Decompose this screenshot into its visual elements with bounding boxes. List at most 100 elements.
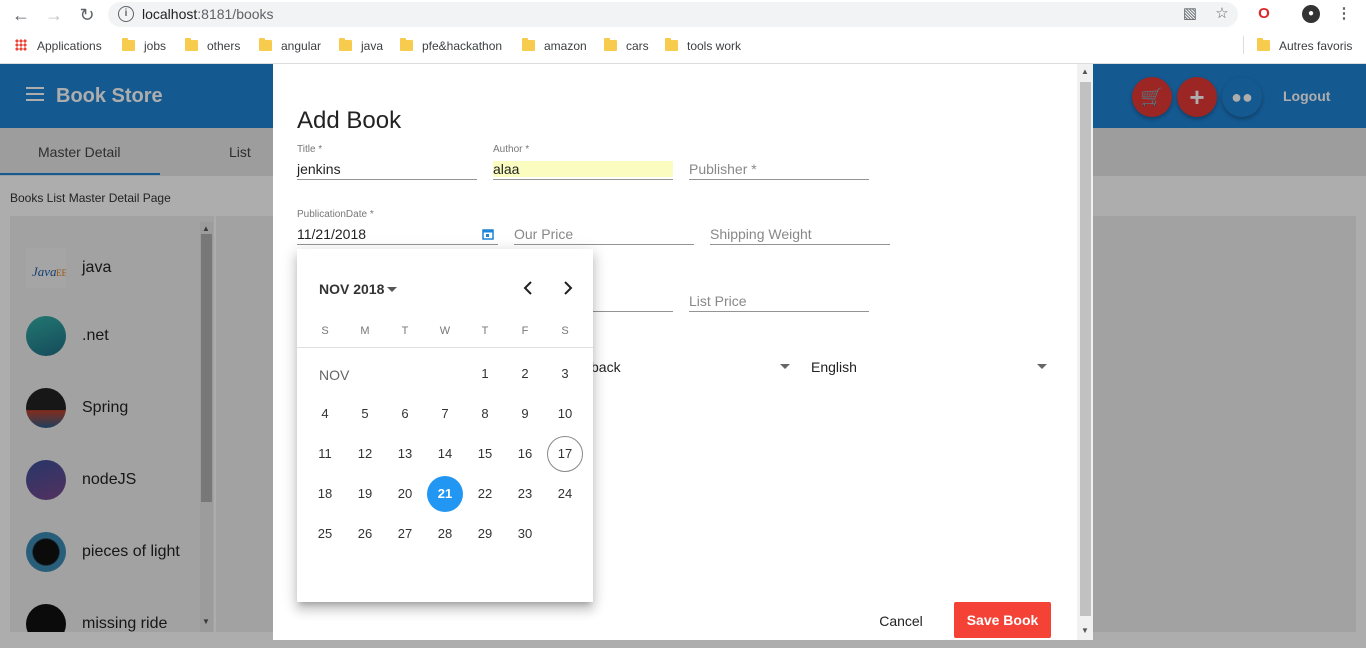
dialog-scrollbar[interactable]: ▲ ▼: [1077, 64, 1093, 640]
calendar-day[interactable]: 3: [547, 356, 583, 392]
language-select[interactable]: English: [811, 358, 1051, 378]
month-label: NOV: [319, 367, 350, 383]
bookmark-tools-work[interactable]: tools work: [665, 38, 741, 54]
scrollbar-thumb[interactable]: [1080, 82, 1091, 616]
list-price-field[interactable]: List Price: [689, 276, 869, 312]
browser-chrome: ← → ↻ i localhost:8181/books ▧ ☆ O ● ⋮ A…: [0, 0, 1366, 64]
calendar-day[interactable]: 22: [467, 476, 503, 512]
bookmark-amazon[interactable]: amazon: [522, 38, 587, 54]
chevron-left-icon[interactable]: [518, 278, 538, 298]
folder-icon: [122, 38, 135, 51]
weekday-header: S: [321, 325, 329, 337]
calendar-day[interactable]: 9: [507, 396, 543, 432]
calendar-day[interactable]: 30: [507, 516, 543, 552]
weekday-header: T: [401, 325, 409, 337]
folder-icon: [1257, 38, 1270, 51]
shipping-weight-input[interactable]: Shipping Weight: [710, 226, 812, 242]
calendar-day[interactable]: 18: [307, 476, 343, 512]
month-year-selector[interactable]: NOV 2018: [319, 281, 384, 297]
translate-icon[interactable]: ▧: [1181, 5, 1199, 23]
calendar-day[interactable]: 11: [307, 436, 343, 472]
calendar-day[interactable]: 1: [467, 356, 503, 392]
our-price-field[interactable]: Our Price: [514, 209, 694, 245]
url-text[interactable]: localhost:8181/books: [142, 6, 274, 22]
calendar-day-today[interactable]: 17: [547, 436, 583, 472]
title-input[interactable]: jenkins: [297, 161, 341, 177]
calendar-icon[interactable]: [482, 228, 494, 240]
calendar-day[interactable]: 13: [387, 436, 423, 472]
bookmark-pfe-hackathon[interactable]: pfe&hackathon: [400, 38, 502, 54]
divider: [297, 347, 593, 348]
calendar-day[interactable]: 8: [467, 396, 503, 432]
cancel-button[interactable]: Cancel: [857, 603, 945, 639]
bookmark-java[interactable]: java: [339, 38, 383, 54]
forward-icon[interactable]: →: [43, 4, 65, 26]
address-bar[interactable]: i localhost:8181/books: [108, 2, 1238, 27]
chevron-down-icon: [780, 364, 790, 369]
bookmark-applications[interactable]: Applications: [15, 38, 102, 54]
kebab-menu-icon[interactable]: ⋮: [1335, 5, 1353, 23]
folder-icon: [604, 38, 617, 51]
reload-icon[interactable]: ↻: [76, 4, 98, 26]
save-book-button[interactable]: Save Book: [954, 602, 1051, 638]
folder-icon: [522, 38, 535, 51]
bookmark-jobs[interactable]: jobs: [122, 38, 166, 54]
weekday-header: M: [360, 325, 370, 337]
list-price-input[interactable]: List Price: [689, 293, 747, 309]
bookmark-others[interactable]: others: [185, 38, 240, 54]
calendar-day[interactable]: 16: [507, 436, 543, 472]
calendar-day[interactable]: 23: [507, 476, 543, 512]
weekday-header: T: [481, 325, 489, 337]
calendar-day[interactable]: 10: [547, 396, 583, 432]
author-field[interactable]: Author * alaa: [493, 144, 673, 180]
calendar-day[interactable]: 6: [387, 396, 423, 432]
bookmarks-divider: [1243, 36, 1244, 54]
publisher-field[interactable]: Publisher *: [689, 144, 869, 180]
calendar-day[interactable]: 27: [387, 516, 423, 552]
calendar-day[interactable]: 25: [307, 516, 343, 552]
opera-icon[interactable]: O: [1255, 5, 1273, 23]
info-icon[interactable]: i: [118, 6, 134, 22]
publication-date-field[interactable]: PublicationDate * 11/21/2018: [297, 209, 498, 245]
weekday-header: S: [561, 325, 569, 337]
format-select-value: back: [591, 359, 621, 375]
profile-avatar-icon[interactable]: ●: [1302, 5, 1320, 23]
bookmark-other-favorites[interactable]: Autres favoris: [1257, 38, 1352, 54]
calendar-day-selected[interactable]: 21: [427, 476, 463, 512]
bookmark-angular[interactable]: angular: [259, 38, 321, 54]
star-icon[interactable]: ☆: [1213, 5, 1231, 23]
chevron-right-icon[interactable]: [558, 278, 578, 298]
author-input[interactable]: alaa: [493, 161, 673, 177]
calendar-day[interactable]: 20: [387, 476, 423, 512]
calendar-day[interactable]: 14: [427, 436, 463, 472]
bookmarks-bar: Applications jobs others angular java pf…: [0, 32, 1366, 60]
calendar-day[interactable]: 4: [307, 396, 343, 432]
calendar-day[interactable]: 12: [347, 436, 383, 472]
language-select-value: English: [811, 359, 857, 375]
back-icon[interactable]: ←: [10, 4, 32, 26]
our-price-input[interactable]: Our Price: [514, 226, 573, 242]
folder-icon: [339, 38, 352, 51]
datepicker-popup: NOV 2018 S M T W T F S NOV 1 2 3 4 5 6 7 8 9 10 11…: [297, 249, 593, 602]
calendar-day[interactable]: 7: [427, 396, 463, 432]
scroll-down-arrow-icon[interactable]: ▼: [1081, 626, 1089, 635]
weekday-header: W: [439, 325, 451, 337]
publisher-input[interactable]: Publisher *: [689, 161, 757, 177]
folder-icon: [665, 38, 678, 51]
shipping-weight-field[interactable]: Shipping Weight: [710, 209, 890, 245]
calendar-day[interactable]: 24: [547, 476, 583, 512]
caret-down-icon[interactable]: [387, 287, 397, 292]
folder-icon: [259, 38, 272, 51]
calendar-day[interactable]: 28: [427, 516, 463, 552]
calendar-day[interactable]: 15: [467, 436, 503, 472]
calendar-day[interactable]: 26: [347, 516, 383, 552]
calendar-day[interactable]: 5: [347, 396, 383, 432]
scroll-up-arrow-icon[interactable]: ▲: [1081, 67, 1089, 76]
calendar-day[interactable]: 29: [467, 516, 503, 552]
calendar-day[interactable]: 19: [347, 476, 383, 512]
bookmark-cars[interactable]: cars: [604, 38, 649, 54]
publication-date-input[interactable]: 11/21/2018: [297, 226, 366, 242]
title-field[interactable]: Title * jenkins: [297, 144, 477, 180]
calendar-day[interactable]: 2: [507, 356, 543, 392]
browser-toolbar: ← → ↻ i localhost:8181/books ▧ ☆ O ● ⋮: [0, 0, 1366, 30]
